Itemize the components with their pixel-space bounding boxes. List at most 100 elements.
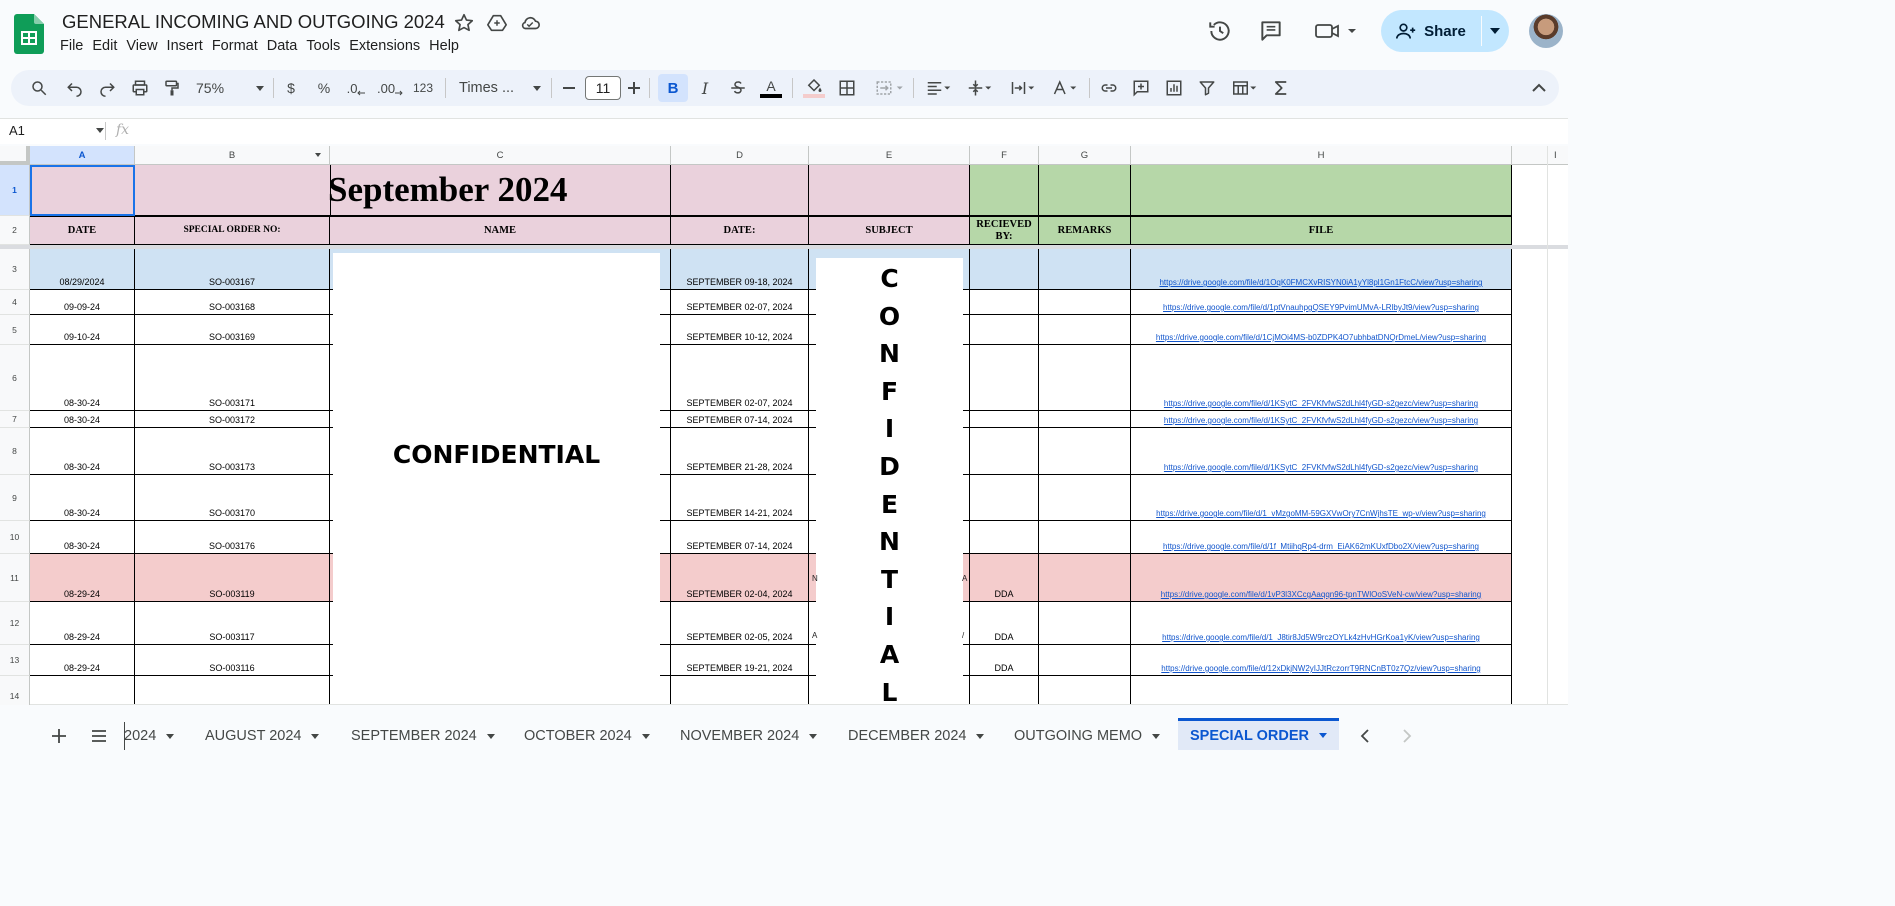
tab-december-2024[interactable]: DECEMBER 2024 bbox=[848, 726, 985, 746]
column-header-i[interactable]: I bbox=[1512, 146, 1568, 165]
meet-icon[interactable] bbox=[1314, 18, 1362, 44]
version-history-icon[interactable] bbox=[1207, 18, 1233, 44]
cell-file[interactable]: https://drive.google.com/file/d/1OqK0FMC… bbox=[1131, 249, 1512, 290]
tab-outgoing-memo[interactable]: OUTGOING MEMO bbox=[1014, 726, 1161, 746]
menu-format[interactable]: Format bbox=[212, 38, 267, 54]
cloud-status-icon[interactable] bbox=[519, 12, 543, 36]
tab-dropdown-icon[interactable] bbox=[976, 733, 985, 739]
cell-date[interactable]: 08-30-24 bbox=[30, 345, 135, 411]
cell-remarks[interactable] bbox=[1039, 602, 1131, 645]
file-link[interactable]: https://drive.google.com/file/d/12xDkjNW… bbox=[1161, 664, 1480, 673]
cell-remarks[interactable] bbox=[1039, 345, 1131, 411]
sheet-title[interactable]: September 2024 bbox=[135, 165, 671, 216]
cell-date2[interactable]: SEPTEMBER 07-14, 2024 bbox=[671, 521, 809, 554]
strikethrough-icon[interactable] bbox=[728, 78, 748, 98]
cell-remarks[interactable] bbox=[1039, 645, 1131, 676]
cell-remarks[interactable] bbox=[1039, 428, 1131, 475]
cell-date2[interactable]: SEPTEMBER 02-05, 2024 bbox=[671, 602, 809, 645]
cell-remarks[interactable] bbox=[1039, 249, 1131, 290]
cell-received-by[interactable] bbox=[970, 345, 1039, 411]
file-link[interactable]: https://drive.google.com/file/d/1vP3l3XC… bbox=[1161, 590, 1481, 599]
scroll-tabs-right-icon[interactable] bbox=[1400, 728, 1414, 749]
cell-g1[interactable] bbox=[1039, 165, 1131, 216]
vertical-align-icon[interactable] bbox=[963, 78, 997, 98]
tab-september-2024[interactable]: SEPTEMBER 2024 bbox=[351, 726, 495, 746]
cell-so-no[interactable]: SO-003117 bbox=[135, 602, 330, 645]
cell-so-no[interactable]: SO-003119 bbox=[135, 554, 330, 602]
cell-remarks[interactable] bbox=[1039, 315, 1131, 345]
bold-button[interactable]: B bbox=[658, 74, 688, 102]
cell-received-by[interactable] bbox=[970, 249, 1039, 290]
cell-date[interactable]: 08-30-24 bbox=[30, 521, 135, 554]
insert-link-icon[interactable] bbox=[1098, 78, 1120, 98]
cell-so-no[interactable]: SO-003172 bbox=[135, 411, 330, 428]
cell-file[interactable]: https://drive.google.com/file/d/1KSytC_2… bbox=[1131, 345, 1512, 411]
column-header-c[interactable]: C bbox=[330, 146, 671, 165]
cell-date2[interactable]: SEPTEMBER 02-07, 2024 bbox=[671, 345, 809, 411]
menu-tools[interactable]: Tools bbox=[306, 38, 349, 54]
cell-date[interactable]: 09-10-24 bbox=[30, 315, 135, 345]
tab-dropdown-icon[interactable] bbox=[311, 733, 320, 739]
sheets-logo-icon[interactable] bbox=[14, 14, 44, 54]
select-all-corner[interactable] bbox=[0, 146, 30, 165]
column-header-g[interactable]: G bbox=[1039, 146, 1131, 165]
print-icon[interactable] bbox=[129, 78, 151, 98]
comments-icon[interactable] bbox=[1258, 18, 1284, 44]
undo-icon[interactable] bbox=[64, 78, 86, 98]
column-header-a[interactable]: A bbox=[30, 146, 135, 165]
cell-remarks[interactable] bbox=[1039, 475, 1131, 521]
file-link[interactable]: https://drive.google.com/file/d/1f_Mtiih… bbox=[1163, 542, 1479, 551]
filter-icon[interactable] bbox=[1197, 78, 1217, 98]
file-link[interactable]: https://drive.google.com/file/d/1CjMOi4M… bbox=[1156, 333, 1486, 342]
zoom-select[interactable]: 75% bbox=[196, 78, 264, 98]
avatar[interactable] bbox=[1529, 14, 1563, 48]
cell-date2[interactable]: SEPTEMBER 21-28, 2024 bbox=[671, 428, 809, 475]
cell-received-by[interactable] bbox=[970, 475, 1039, 521]
percent-button[interactable]: % bbox=[315, 78, 333, 98]
document-title[interactable]: GENERAL INCOMING AND OUTGOING 2024 bbox=[62, 11, 445, 33]
column-header-b[interactable]: B bbox=[135, 146, 330, 165]
row-header-8[interactable]: 8 bbox=[0, 428, 30, 475]
cell-f1[interactable] bbox=[970, 165, 1039, 216]
file-link[interactable]: https://drive.google.com/file/d/1KSytC_2… bbox=[1164, 463, 1478, 472]
file-link[interactable]: https://drive.google.com/file/d/1_vMzgoM… bbox=[1156, 509, 1486, 518]
cell-row14[interactable] bbox=[135, 676, 330, 705]
cell-so-no[interactable]: SO-003168 bbox=[135, 290, 330, 315]
cell-date[interactable]: 08-30-24 bbox=[30, 475, 135, 521]
row-header-1[interactable]: 1 bbox=[0, 165, 30, 216]
borders-icon[interactable] bbox=[837, 78, 857, 98]
more-formats-button[interactable]: 123 bbox=[411, 78, 435, 98]
cell-date2[interactable]: SEPTEMBER 14-21, 2024 bbox=[671, 475, 809, 521]
row-header-6[interactable]: 6 bbox=[0, 345, 30, 411]
cell-remarks[interactable] bbox=[1039, 521, 1131, 554]
cell-e1[interactable] bbox=[809, 165, 970, 216]
cell-date2[interactable]: SEPTEMBER 19-21, 2024 bbox=[671, 645, 809, 676]
tab-special-order[interactable]: SPECIAL ORDER bbox=[1178, 718, 1339, 750]
row-header-14[interactable]: 14 bbox=[0, 676, 30, 705]
cell-received-by[interactable]: DDA bbox=[970, 554, 1039, 602]
paint-format-icon[interactable] bbox=[161, 78, 183, 98]
cell-file[interactable]: https://drive.google.com/file/d/1vP3l3XC… bbox=[1131, 554, 1512, 602]
cell-so-no[interactable]: SO-003116 bbox=[135, 645, 330, 676]
cell-h1[interactable] bbox=[1131, 165, 1512, 216]
formula-bar[interactable] bbox=[0, 118, 1568, 144]
cell-received-by[interactable] bbox=[970, 290, 1039, 315]
menu-file[interactable]: File bbox=[60, 38, 92, 54]
header-date2[interactable]: DATE: bbox=[671, 216, 809, 245]
tab-dropdown-icon[interactable] bbox=[1152, 733, 1161, 739]
cell-received-by[interactable]: DDA bbox=[970, 602, 1039, 645]
move-to-drive-icon[interactable] bbox=[486, 12, 510, 36]
redo-icon[interactable] bbox=[96, 78, 118, 98]
scroll-tabs-left-icon[interactable] bbox=[1358, 728, 1372, 749]
cell-so-no[interactable]: SO-003169 bbox=[135, 315, 330, 345]
row-header-13[interactable]: 13 bbox=[0, 645, 30, 676]
merge-cells-icon[interactable] bbox=[871, 78, 909, 98]
decrease-font-size-icon[interactable] bbox=[561, 78, 577, 98]
cell-row14[interactable] bbox=[671, 676, 809, 705]
cell-date[interactable]: 08/29/2024 bbox=[30, 249, 135, 290]
cell-date2[interactable]: SEPTEMBER 02-04, 2024 bbox=[671, 554, 809, 602]
cell-date[interactable]: 08-30-24 bbox=[30, 411, 135, 428]
column-header-e[interactable]: E bbox=[809, 146, 970, 165]
font-select[interactable]: Times ... bbox=[459, 78, 541, 98]
row-header-7[interactable]: 7 bbox=[0, 411, 30, 428]
